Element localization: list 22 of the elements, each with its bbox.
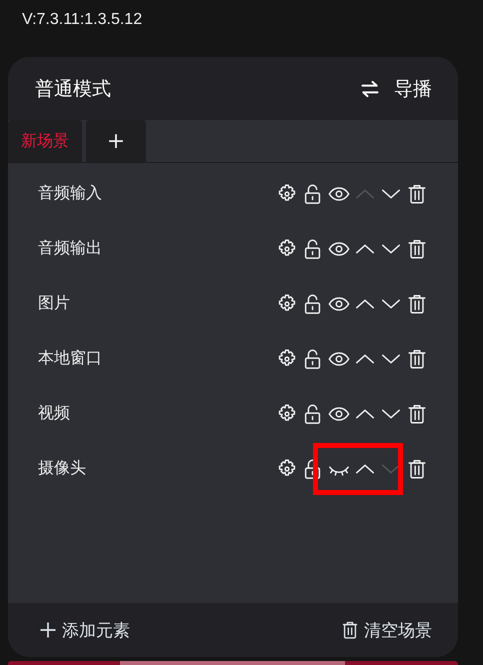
trash-icon[interactable] <box>406 238 428 260</box>
trash-icon[interactable] <box>406 182 428 204</box>
element-name: 音频输入 <box>38 183 103 204</box>
element-name: 摄像头 <box>38 458 87 479</box>
trash-icon[interactable] <box>406 292 428 314</box>
mode-title: 普通模式 <box>35 76 111 102</box>
trash-icon[interactable] <box>406 348 428 370</box>
element-name: 音频输出 <box>38 238 103 259</box>
switch-button[interactable]: 导播 <box>360 76 432 102</box>
plus-icon <box>38 620 58 640</box>
version-label: V:7.3.11:1.3.5.12 <box>22 11 142 29</box>
swap-arrows-icon <box>360 78 380 98</box>
trash-icon[interactable] <box>406 458 428 480</box>
add-tab[interactable]: + <box>86 120 146 162</box>
trash-icon <box>340 620 360 640</box>
clear-scene-button[interactable]: 清空场景 <box>340 618 432 642</box>
scene-tab[interactable]: 新场景 <box>8 120 82 162</box>
add-element-button[interactable]: 添加元素 <box>38 618 130 642</box>
element-name: 本地窗口 <box>38 348 103 369</box>
trash-icon[interactable] <box>406 402 428 424</box>
element-name: 视频 <box>38 403 71 424</box>
element-name: 图片 <box>38 293 71 314</box>
